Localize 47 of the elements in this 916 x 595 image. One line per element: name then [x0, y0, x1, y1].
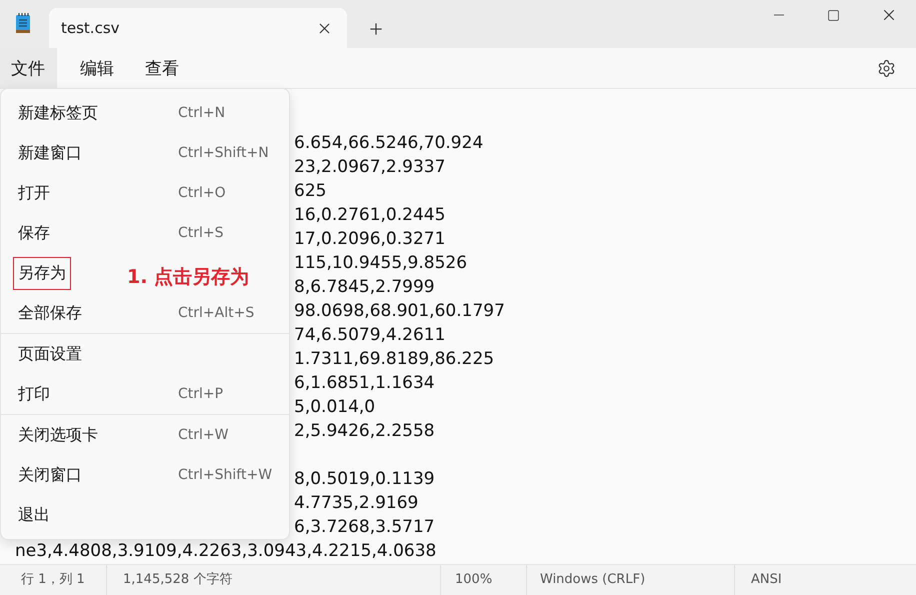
text-line: 98.0698,68.901,60.1797 [294, 301, 505, 321]
shortcut: Ctrl+Alt+S [178, 305, 254, 321]
text-line: 8,6.7845,2.7999 [294, 277, 435, 297]
menu-option[interactable]: 新建窗口 Ctrl+Shift+N [1, 133, 289, 173]
shortcut: Ctrl+P [178, 386, 224, 402]
shortcut: Ctrl+N [178, 105, 226, 121]
menu-item[interactable]: 编辑 [69, 48, 126, 88]
text-line: ne3,4.4808,3.9109,4.2263,3.0943,4.2215,4.0638 [15, 541, 436, 561]
text-line: 1.7311,69.8189,86.225 [294, 349, 494, 369]
encoding: ANSI [750, 571, 783, 589]
menu-item[interactable]: 查看 [134, 48, 191, 88]
menu-option[interactable]: 关闭窗口 Ctrl+Shift+W [1, 455, 289, 495]
text-line: 74,6.5079,4.2611 [294, 325, 446, 345]
character-count: 1,145,528 个字符 [107, 565, 441, 595]
cursor-position: 行 1，列 1 [0, 565, 107, 595]
menu-option[interactable]: 页面设置 [1, 334, 289, 374]
text-line: 2,5.9426,2.2558 [294, 421, 435, 441]
menu-option[interactable]: 退出 [1, 495, 289, 535]
shortcut: Ctrl+Shift+W [178, 467, 272, 483]
text-line: 17,0.2096,0.3271 [294, 229, 446, 249]
tab-title[interactable]: test.csv [61, 19, 120, 37]
text-line: 625 [294, 181, 326, 201]
menu-option[interactable]: 全部保存 Ctrl+Alt+S [1, 293, 289, 333]
shortcut: Ctrl+W [178, 427, 228, 443]
menu-item[interactable]: 文件 [0, 48, 57, 88]
menu-option[interactable]: 新建标签页 Ctrl+N [1, 93, 289, 133]
menu-option[interactable]: 关闭选项卡 Ctrl+W [1, 415, 289, 455]
text-line: 16,0.2761,0.2445 [294, 205, 446, 225]
shortcut: Ctrl+S [178, 225, 224, 241]
shortcut: Ctrl+Shift+N [178, 145, 269, 161]
zoom-level: 100% [441, 565, 527, 595]
text-line: 4.7735,2.9169 [294, 493, 418, 513]
notepad-icon [14, 12, 32, 34]
text-line: 5,0.014,0 [294, 397, 376, 417]
text-line: 23,2.0967,2.9337 [294, 157, 446, 177]
shortcut: Ctrl+O [178, 185, 226, 201]
menu-option[interactable]: 保存 Ctrl+S [1, 213, 289, 253]
menu-option[interactable]: 打印 Ctrl+P [1, 374, 289, 414]
text-line: 115,10.9455,9.8526 [294, 253, 468, 273]
line-ending: Windows (CRLF) [527, 565, 735, 595]
annotation-text: 1. 点击另存为 [127, 265, 250, 290]
settings-icon[interactable] [877, 58, 896, 78]
text-line: 6,3.7268,3.5717 [294, 517, 435, 537]
text-line: 6.654,66.5246,70.924 [294, 133, 484, 153]
text-line: 6,1.6851,1.1634 [294, 373, 435, 393]
menu-option[interactable]: 打开 Ctrl+O [1, 173, 289, 213]
text-line: 8,0.5019,0.1139 [294, 469, 435, 489]
